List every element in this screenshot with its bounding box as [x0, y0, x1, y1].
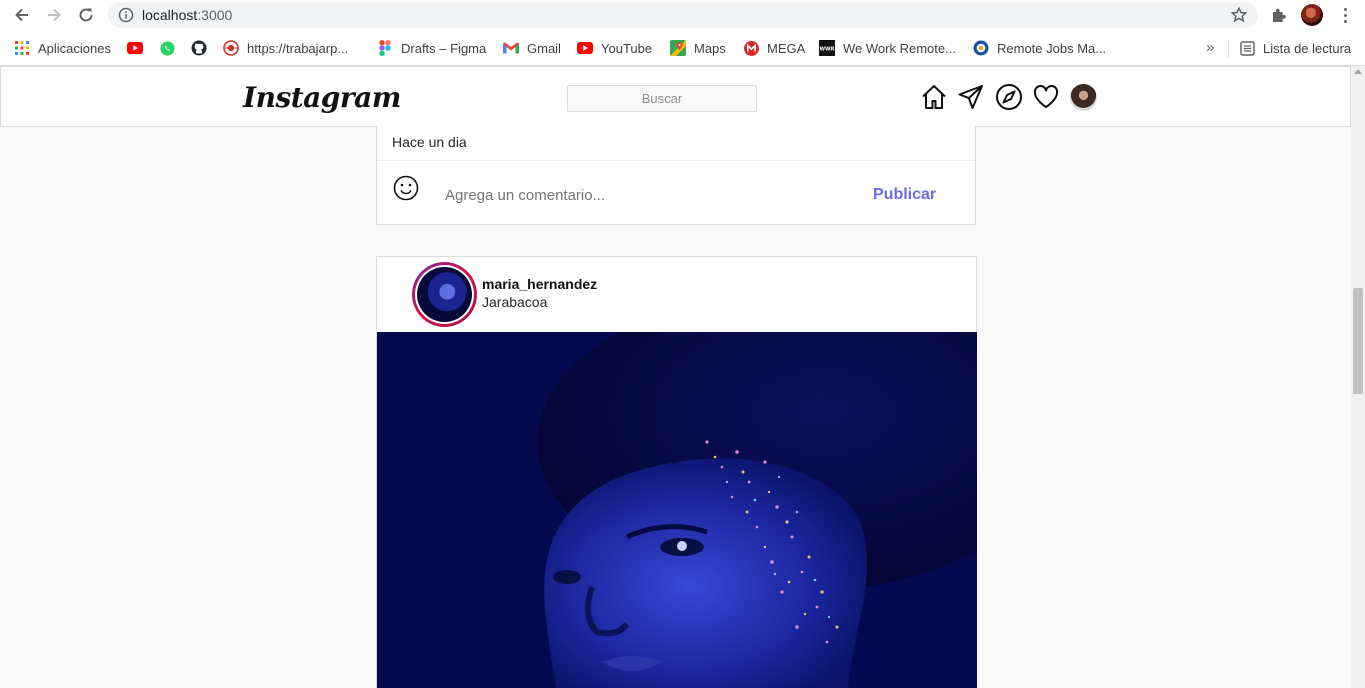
scroll-thumb[interactable] [1353, 288, 1363, 394]
post-location[interactable]: Jarabacoa [482, 294, 547, 310]
bookmarks-bar: Aplicaciones https://trabajarp... Drafts… [0, 31, 1365, 66]
bookmark-label: MEGA [767, 40, 806, 56]
maps-icon [670, 40, 686, 56]
figma-icon [377, 40, 393, 56]
bookmark-label: Drafts – Figma [401, 40, 487, 56]
page-scrollbar[interactable] [1351, 66, 1365, 688]
bookmark-label: https://trabajarp... [247, 40, 349, 56]
bookmark-label: Gmail [527, 40, 561, 56]
explore-button[interactable] [995, 83, 1023, 111]
whatsapp-icon [159, 40, 175, 56]
url-host: localhost [142, 7, 198, 23]
profile-avatar[interactable] [1070, 84, 1097, 111]
back-button[interactable] [11, 4, 33, 26]
add-comment-row: Publicar [377, 160, 975, 224]
reading-list-icon [1239, 40, 1255, 56]
info-icon[interactable] [118, 7, 134, 23]
search-input[interactable] [567, 85, 757, 112]
reload-button[interactable] [75, 4, 97, 26]
url-port: :3000 [197, 7, 233, 23]
youtube-icon [127, 40, 143, 56]
bookmark-gmail[interactable]: Gmail [503, 39, 561, 57]
activity-heart-icon [1033, 85, 1059, 108]
bookmark-youtube-icon-only[interactable] [127, 39, 143, 57]
forward-button[interactable] [43, 4, 65, 26]
story-ring[interactable] [412, 262, 477, 327]
feed-post: maria_hernandez Jarabacoa [376, 256, 977, 688]
post-timestamp: Hace un dia [392, 134, 467, 150]
home-icon [922, 85, 946, 109]
browser-toolbar: localhost:3000 [0, 0, 1365, 31]
bookmark-label: Maps [694, 40, 726, 56]
arrow-left-icon [15, 8, 28, 22]
youtube-icon [577, 40, 593, 56]
bookmarks-divider [1228, 40, 1229, 58]
weworkremotely-icon: WWR [819, 40, 835, 56]
scroll-up-arrow[interactable] [1354, 69, 1362, 74]
globe-icon [223, 40, 239, 56]
gmail-icon [503, 40, 519, 56]
comment-input[interactable] [445, 183, 825, 207]
arrow-right-icon [48, 8, 61, 22]
post-author-avatar [417, 267, 472, 322]
instagram-header: Instagram [0, 66, 1351, 127]
chrome-menu-button[interactable] [1335, 4, 1355, 26]
github-icon [191, 40, 207, 56]
bookmark-star-icon[interactable] [1230, 6, 1248, 24]
bookmark-weworkremotely[interactable]: WWR We Work Remote... [819, 39, 956, 57]
previous-post-footer: Hace un dia Publicar [376, 126, 976, 225]
direct-message-icon [958, 85, 983, 109]
bookmark-youtube[interactable]: YouTube [577, 39, 652, 57]
apps-grid-icon [14, 40, 30, 56]
bookmark-label: Remote Jobs Ma... [997, 40, 1107, 56]
emoji-smiley-icon[interactable] [393, 175, 419, 201]
svg-text:WWR: WWR [820, 47, 835, 53]
activity-button[interactable] [1032, 83, 1060, 111]
more-bookmarks-button[interactable]: » [1206, 39, 1214, 56]
bookmark-apps[interactable]: Aplicaciones [14, 39, 111, 57]
reading-list-label: Lista de lectura [1263, 40, 1352, 56]
bookmark-remote-jobs[interactable]: Remote Jobs Ma... [973, 39, 1106, 57]
mega-icon [743, 40, 759, 56]
post-username[interactable]: maria_hernandez [482, 276, 597, 292]
bookmark-mega[interactable]: MEGA [743, 39, 805, 57]
extensions-button[interactable] [1268, 4, 1290, 26]
url-text: localhost:3000 [142, 7, 232, 23]
post-image[interactable] [377, 332, 977, 688]
home-button[interactable] [920, 83, 948, 111]
bookmark-label: YouTube [601, 40, 653, 56]
puzzle-icon [1273, 8, 1286, 22]
explore-icon [996, 84, 1022, 110]
bookmark-github[interactable] [191, 39, 207, 57]
bookmark-maps[interactable]: Maps [670, 39, 726, 57]
bookmark-label: We Work Remote... [843, 40, 956, 56]
chrome-profile-avatar[interactable] [1301, 4, 1323, 26]
bookmark-figma[interactable]: Drafts – Figma [377, 39, 486, 57]
instagram-logo[interactable]: Instagram [243, 81, 401, 114]
bookmark-trabajarp[interactable]: https://trabajarp... [223, 39, 348, 57]
reload-icon [79, 8, 93, 22]
portrait-photo [377, 332, 977, 688]
direct-message-button[interactable] [957, 83, 985, 111]
remote-jobs-icon [973, 40, 989, 56]
publish-comment-button[interactable]: Publicar [873, 186, 936, 204]
bookmark-whatsapp[interactable] [159, 39, 175, 57]
reading-list-button[interactable]: Lista de lectura [1239, 39, 1351, 57]
address-bar[interactable]: localhost:3000 [108, 2, 1258, 28]
bookmark-label: Aplicaciones [38, 40, 111, 56]
